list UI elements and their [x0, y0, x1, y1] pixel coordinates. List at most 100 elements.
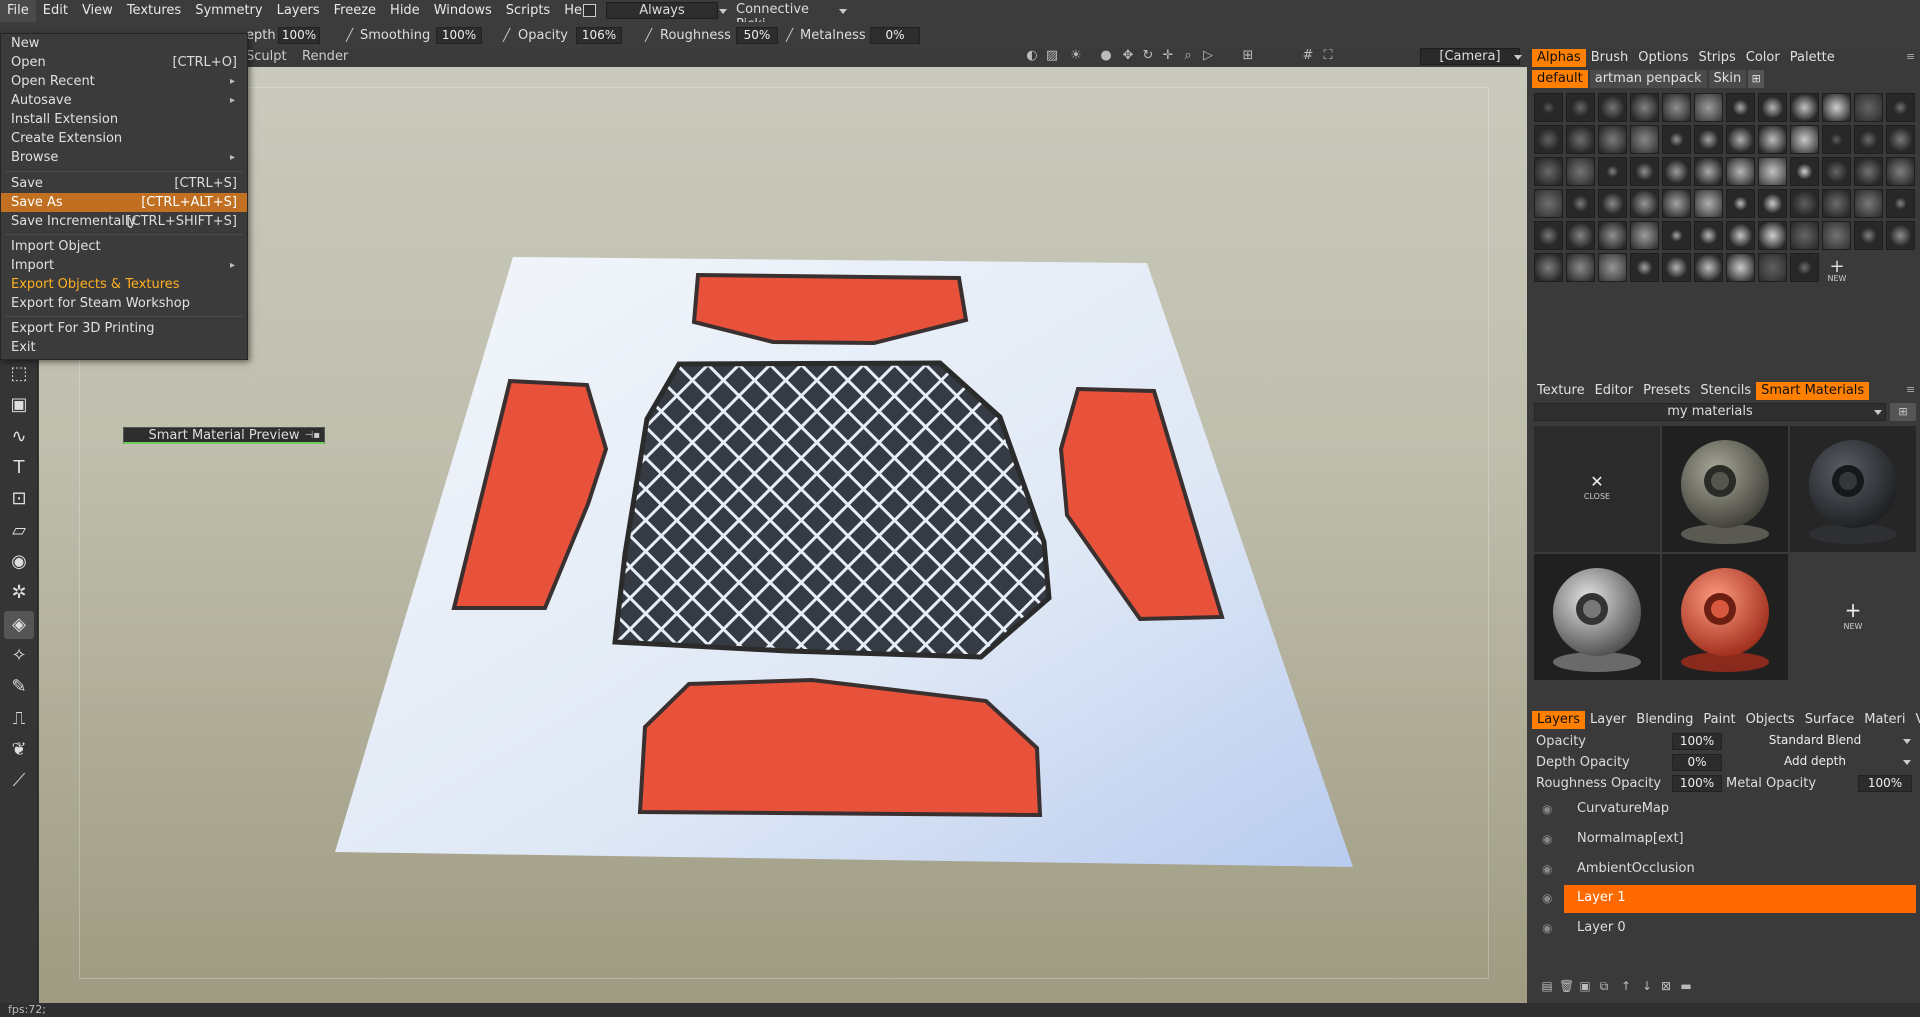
- tab-artman-penpack[interactable]: artman penpack: [1589, 70, 1707, 88]
- tab-layer[interactable]: Layer: [1585, 711, 1631, 729]
- menu-view[interactable]: View: [75, 0, 120, 22]
- alpha-thumbnail[interactable]: [1566, 253, 1595, 282]
- metalness-value[interactable]: 0%: [870, 27, 920, 44]
- menu-textures[interactable]: Textures: [120, 0, 188, 22]
- alpha-thumbnail[interactable]: [1854, 157, 1883, 186]
- eraser-tool-icon[interactable]: ▱: [4, 517, 34, 545]
- menu-scripts[interactable]: Scripts: [499, 0, 557, 22]
- alpha-thumbnail[interactable]: [1886, 189, 1915, 218]
- stamp-tool-icon[interactable]: ⎍: [4, 705, 34, 733]
- shading-icon[interactable]: ◐: [1024, 48, 1040, 64]
- alpha-thumbnail[interactable]: [1694, 221, 1723, 250]
- alpha-thumbnail[interactable]: [1886, 93, 1915, 122]
- alpha-thumbnail[interactable]: [1886, 157, 1915, 186]
- alpha-thumbnail[interactable]: [1598, 189, 1627, 218]
- alpha-thumbnail[interactable]: [1758, 221, 1787, 250]
- alpha-thumbnail[interactable]: [1758, 93, 1787, 122]
- panel-menu-icon[interactable]: ≡: [1906, 50, 1915, 63]
- alpha-thumbnail[interactable]: [1854, 221, 1883, 250]
- menu-item-open[interactable]: Open [CTRL+O]: [1, 53, 247, 72]
- menu-item-save[interactable]: Save [CTRL+S]: [1, 174, 247, 193]
- alpha-thumbnail[interactable]: [1822, 221, 1851, 250]
- move-up-icon[interactable]: ↑: [1619, 979, 1633, 993]
- alpha-thumbnail[interactable]: [1566, 221, 1595, 250]
- alpha-thumbnail[interactable]: [1726, 125, 1755, 154]
- menu-symmetry[interactable]: Symmetry: [188, 0, 269, 22]
- menu-hide[interactable]: Hide: [383, 0, 427, 22]
- alpha-thumbnail[interactable]: [1598, 253, 1627, 282]
- fill-tool-icon[interactable]: ▣: [4, 391, 34, 419]
- alpha-thumbnail[interactable]: [1662, 221, 1691, 250]
- menu-item-autosave[interactable]: Autosave ▸: [1, 91, 247, 110]
- tab-blending[interactable]: Blending: [1631, 711, 1698, 729]
- pencil-tool-icon[interactable]: ✎: [4, 673, 34, 701]
- alpha-thumbnail[interactable]: [1630, 93, 1659, 122]
- tab-paint[interactable]: Paint: [1698, 711, 1740, 729]
- alpha-thumbnail[interactable]: [1534, 221, 1563, 250]
- alpha-thumbnail[interactable]: [1726, 93, 1755, 122]
- material-thumbnail[interactable]: [1790, 426, 1916, 552]
- tab-stencils[interactable]: Stencils: [1695, 382, 1756, 400]
- alpha-thumbnail[interactable]: [1598, 125, 1627, 154]
- eye-icon[interactable]: ◉: [1542, 884, 1552, 912]
- zoom-icon[interactable]: ⌕: [1180, 48, 1196, 64]
- alpha-thumbnail[interactable]: [1726, 253, 1755, 282]
- smoothing-value[interactable]: 100%: [436, 27, 482, 44]
- symmetry-tool-icon[interactable]: ❦: [4, 736, 34, 764]
- alpha-thumbnail[interactable]: [1854, 93, 1883, 122]
- alpha-thumbnail[interactable]: [1790, 253, 1819, 282]
- alpha-thumbnail[interactable]: [1758, 253, 1787, 282]
- menu-item-import-object[interactable]: Import Object: [1, 237, 247, 256]
- metalness-label[interactable]: Metalness: [800, 27, 866, 44]
- menu-item-install-extension[interactable]: Install Extension: [1, 110, 247, 129]
- layer-opacity-label[interactable]: Opacity: [1536, 733, 1586, 750]
- tab-layers[interactable]: Layers: [1532, 711, 1586, 729]
- alpha-thumbnail[interactable]: [1662, 125, 1691, 154]
- alpha-thumbnail[interactable]: [1598, 221, 1627, 250]
- eye-tool-icon[interactable]: ◉: [4, 548, 34, 576]
- folder-icon[interactable]: ▬: [1679, 979, 1693, 993]
- metal-opacity-value[interactable]: 100%: [1858, 775, 1912, 792]
- freeze-tool-icon[interactable]: ✲: [4, 579, 34, 607]
- menu-item-export-3d-printing[interactable]: Export For 3D Printing: [1, 319, 247, 338]
- depth-opacity-value[interactable]: 0%: [1672, 754, 1722, 771]
- tab-color[interactable]: Color: [1741, 49, 1785, 67]
- alpha-thumbnail[interactable]: [1534, 93, 1563, 122]
- roughness-label[interactable]: Roughness: [660, 27, 731, 44]
- tab-voxtree[interactable]: VoxTree: [1910, 711, 1920, 729]
- material-thumbnail[interactable]: [1662, 426, 1788, 552]
- material-thumbnail[interactable]: [1662, 554, 1788, 680]
- alpha-thumbnail[interactable]: [1662, 253, 1691, 282]
- tab-strips[interactable]: Strips: [1693, 49, 1740, 67]
- roughness-value[interactable]: 50%: [736, 27, 778, 44]
- alpha-thumbnail[interactable]: [1534, 189, 1563, 218]
- add-folder-icon[interactable]: ⊞: [1748, 70, 1765, 88]
- alpha-thumbnail[interactable]: [1822, 93, 1851, 122]
- eye-icon[interactable]: ◉: [1542, 914, 1552, 942]
- materials-folder-dropdown[interactable]: my materials: [1534, 403, 1886, 421]
- alpha-thumbnail[interactable]: [1630, 125, 1659, 154]
- new-layer-icon[interactable]: ▤: [1540, 979, 1554, 993]
- drop-icon[interactable]: ●: [1098, 48, 1114, 64]
- alpha-thumbnail[interactable]: [1630, 189, 1659, 218]
- tab-default[interactable]: default: [1532, 70, 1588, 88]
- alpha-thumbnail[interactable]: [1790, 157, 1819, 186]
- opacity-label[interactable]: Opacity: [518, 27, 568, 44]
- tab-texture[interactable]: Texture: [1532, 382, 1590, 400]
- alpha-thumbnail[interactable]: [1630, 157, 1659, 186]
- tab-brush[interactable]: Brush: [1586, 49, 1634, 67]
- alpha-thumbnail[interactable]: [1822, 125, 1851, 154]
- alpha-thumbnail[interactable]: [1566, 93, 1595, 122]
- alpha-thumbnail[interactable]: [1694, 253, 1723, 282]
- eye-icon[interactable]: ◉: [1542, 855, 1552, 883]
- menu-file[interactable]: File: [0, 0, 36, 22]
- tab-options[interactable]: Options: [1633, 49, 1693, 67]
- menu-item-open-recent[interactable]: Open Recent ▸: [1, 72, 247, 91]
- play-icon[interactable]: ▷: [1200, 48, 1216, 64]
- tab-alphas[interactable]: Alphas: [1532, 49, 1586, 67]
- roughness-opacity-label[interactable]: Roughness Opacity: [1536, 775, 1661, 792]
- duplicate-layer-icon[interactable]: ⧉: [1597, 979, 1611, 993]
- curve-tool-icon[interactable]: ∿: [4, 423, 34, 451]
- rotate-icon[interactable]: ↻: [1140, 48, 1156, 64]
- alpha-thumbnail[interactable]: [1822, 189, 1851, 218]
